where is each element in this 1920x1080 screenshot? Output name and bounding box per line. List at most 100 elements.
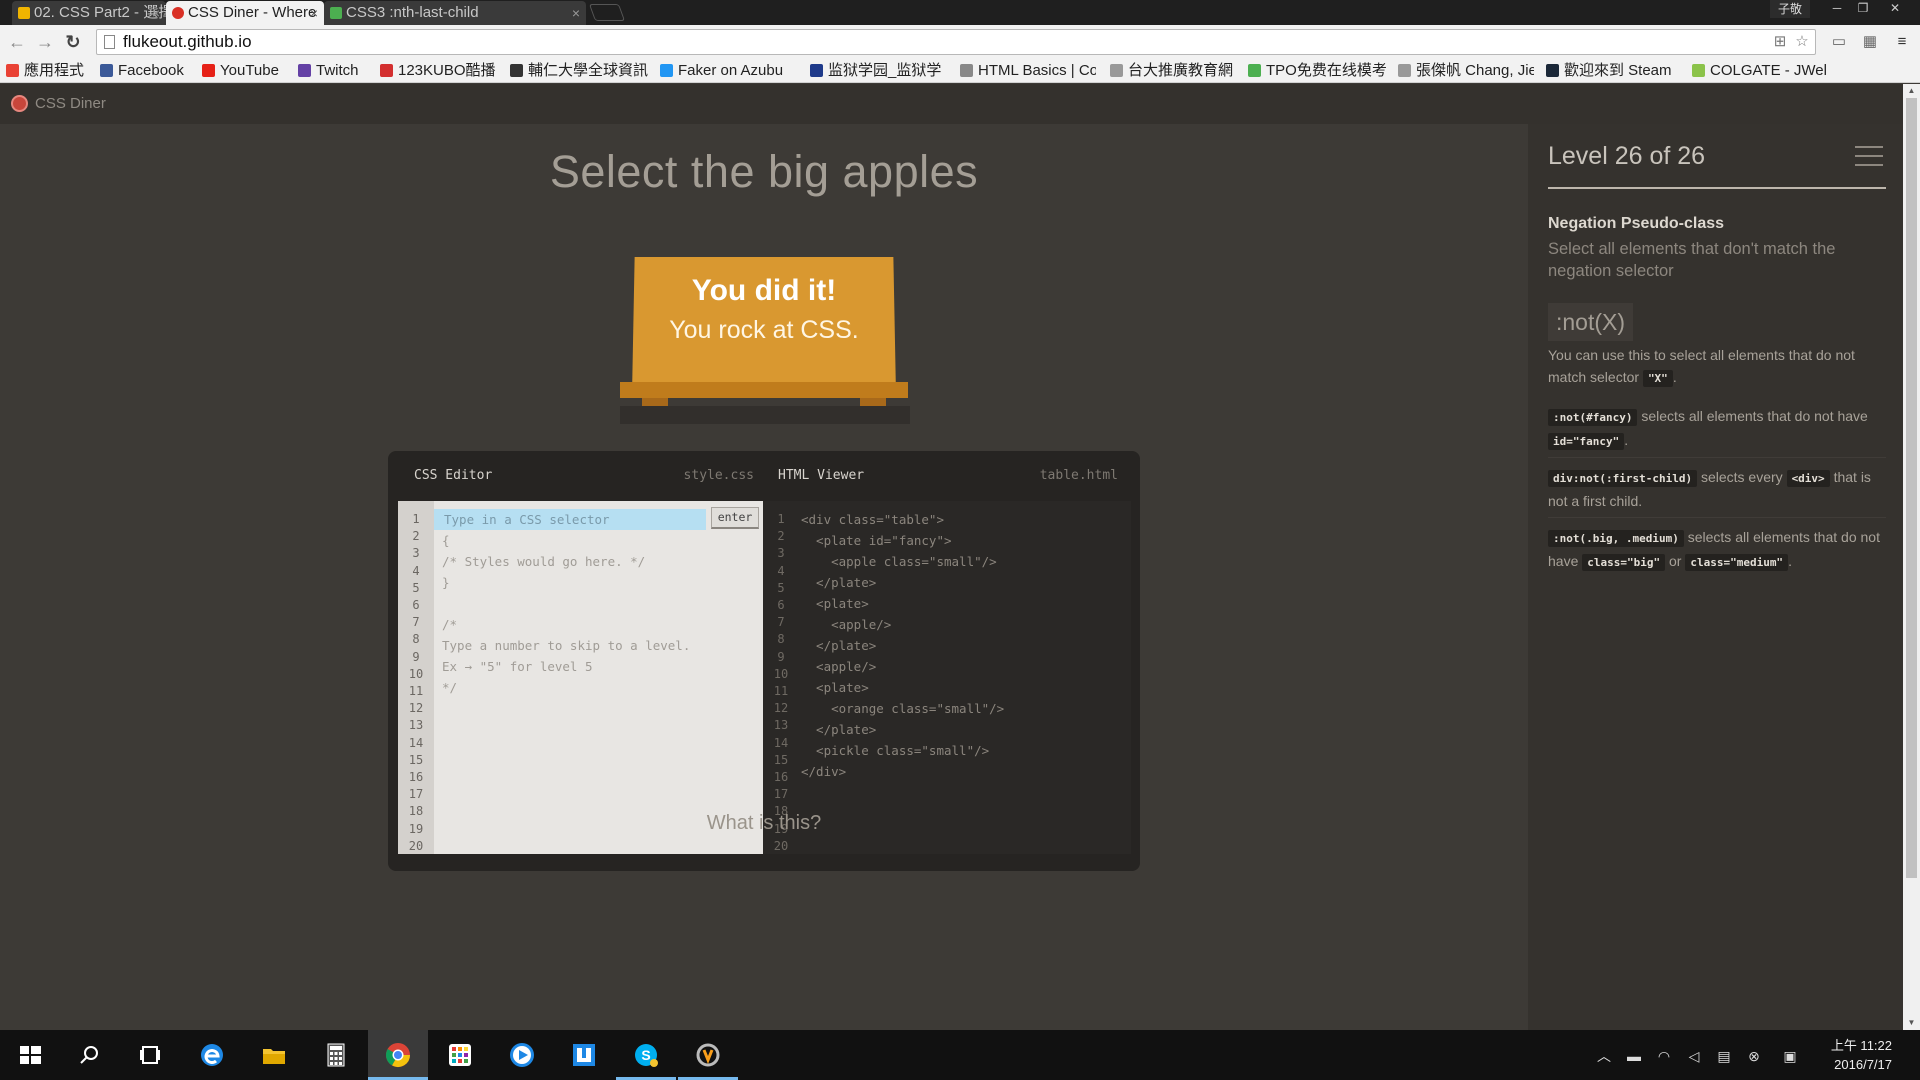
example-text: selects every (1697, 469, 1787, 485)
tab-nth-last-child[interactable]: CSS3 :nth-last-child × (324, 1, 586, 25)
wifi-icon[interactable]: ◠ (1654, 1046, 1674, 1066)
html-code-line[interactable]: <pickle class="small"/> (801, 740, 989, 761)
tab-close-icon[interactable]: × (572, 1, 580, 25)
input-method-icon[interactable]: ▣ (1780, 1046, 1800, 1066)
table-leg (642, 398, 668, 406)
reload-button[interactable]: ↻ (62, 31, 84, 53)
scroll-thumb[interactable] (1906, 98, 1917, 878)
forward-button[interactable]: → (34, 31, 56, 53)
site-logo-text[interactable]: CSS Diner (35, 95, 106, 112)
app-box-button[interactable] (554, 1030, 614, 1080)
bookmark-youtube[interactable]: YouTube (200, 61, 279, 80)
menu-icon[interactable]: ≡ (1892, 32, 1912, 52)
windows-icon (20, 1046, 41, 1064)
bookmarks-bar: 應用程式 Facebook YouTube Twitch 123KUBO酷播 輔… (0, 58, 1920, 83)
bookmark-star-icon[interactable]: ☆ (1793, 33, 1811, 51)
example-code: :not(.big, .medium) (1548, 530, 1684, 547)
example-3: :not(.big, .medium) selects all elements… (1548, 526, 1886, 574)
bookmark-ntu[interactable]: 台大推廣教育網 (1108, 61, 1233, 80)
css-selector-input[interactable] (442, 509, 702, 530)
url-input[interactable] (121, 32, 1721, 52)
error-icon[interactable]: ⊗ (1744, 1046, 1764, 1066)
html-code-line[interactable]: <apple class="small"/> (801, 551, 997, 572)
bookmark-chang[interactable]: 張傑帆 Chang, Jie (1396, 61, 1534, 80)
edge-button[interactable] (182, 1030, 242, 1080)
bookmark-colgate[interactable]: COLGATE - JWel (1690, 61, 1830, 80)
battery-icon[interactable]: ▬ (1624, 1046, 1644, 1066)
skype-button[interactable]: S (616, 1030, 676, 1080)
bookmark-faker[interactable]: Faker on Azubu (658, 61, 796, 80)
html-code-line[interactable]: <orange class="small"/> (801, 698, 1004, 719)
tray-overflow-icon[interactable]: ︿ (1594, 1046, 1614, 1066)
bookmark-tpo[interactable]: TPO免费在线模考 (1246, 61, 1388, 80)
bookmark-twitch[interactable]: Twitch (296, 61, 359, 80)
html-code-line[interactable]: <apple/> (801, 614, 891, 635)
page-icon (960, 64, 973, 77)
line-number: 20 (408, 838, 424, 853)
html-code-line[interactable]: </plate> (801, 572, 876, 593)
bookmark-label: 張傑帆 Chang, Jie (1416, 62, 1534, 79)
clock-time: 上午 11:22 (1830, 1038, 1892, 1053)
selector-hint: You can use this to select all elements … (1548, 344, 1886, 390)
tab-favicon-icon (18, 7, 30, 19)
page-scrollbar[interactable]: ▲ ▼ (1903, 84, 1920, 1030)
html-code-line[interactable]: <plate id="fancy"> (801, 530, 951, 551)
example-divider (1548, 457, 1886, 458)
tab-css-diner[interactable]: CSS Diner - Where × (166, 1, 324, 25)
tab-title: 02. CSS Part2 - 選擇 (34, 4, 166, 21)
tab-css-part2[interactable]: 02. CSS Part2 - 選擇 × (12, 1, 166, 25)
extension-icon[interactable]: ▦ (1860, 32, 1880, 52)
page-icon (1398, 64, 1411, 77)
bookmark-apps[interactable]: 應用程式 (4, 61, 84, 80)
apps-launcher-button[interactable] (430, 1030, 490, 1080)
overwatch-button[interactable] (678, 1030, 738, 1080)
minimize-button[interactable]: ─ (1824, 0, 1850, 18)
line-number: 20 (773, 838, 789, 853)
file-explorer-button[interactable] (244, 1030, 304, 1080)
html-code-line[interactable]: <div class="table"> (801, 509, 944, 530)
enter-button[interactable]: enter (711, 507, 759, 529)
tab-favicon-icon (330, 7, 342, 19)
search-button[interactable] (60, 1030, 120, 1080)
bookmark-steam[interactable]: 歡迎來到 Steam (1544, 61, 1672, 80)
example-divider (1548, 517, 1886, 518)
window-user-badge[interactable]: 子敬 (1769, 0, 1810, 18)
back-button[interactable]: ← (6, 31, 28, 53)
start-button[interactable] (0, 1030, 60, 1080)
html-code-line[interactable]: </plate> (801, 719, 876, 740)
bookmark-html-basics[interactable]: HTML Basics | Co (958, 61, 1096, 80)
scroll-down-icon[interactable]: ▼ (1903, 1016, 1920, 1030)
html-code-line[interactable]: </div> (801, 761, 846, 782)
restore-button[interactable]: ❐ (1850, 0, 1876, 18)
volume-icon[interactable]: ◁ (1684, 1046, 1704, 1066)
scroll-up-icon[interactable]: ▲ (1903, 84, 1920, 98)
tab-close-icon[interactable]: × (152, 1, 160, 25)
bookmark-label: Facebook (118, 62, 184, 79)
css-code-line: } (442, 575, 450, 590)
css-code-line: Ex → "5" for level 5 (442, 659, 593, 674)
html-code-line[interactable]: <plate> (801, 593, 869, 614)
selector-name: Negation Pseudo-class (1548, 215, 1725, 232)
notifications-icon[interactable]: ▤ (1714, 1046, 1734, 1066)
task-view-button[interactable] (120, 1030, 180, 1080)
tab-close-icon[interactable]: × (310, 1, 318, 25)
taskbar-clock[interactable]: 上午 11:22 2016/7/17 (1814, 1036, 1892, 1074)
bookmark-fju[interactable]: 輔仁大學全球資訊 (508, 61, 648, 80)
editor: CSS Editor style.css HTML Viewer table.h… (388, 451, 1140, 871)
new-tab-button[interactable] (588, 4, 626, 21)
close-window-button[interactable]: ✕ (1882, 0, 1908, 18)
cast-icon[interactable]: ▭ (1829, 32, 1849, 52)
translate-icon[interactable]: ⊞ (1771, 33, 1789, 51)
html-code-line[interactable]: <apple/> (801, 656, 876, 677)
bookmark-facebook[interactable]: Facebook (98, 61, 184, 80)
bookmark-prison-school[interactable]: 监狱学园_监狱学 (808, 61, 946, 80)
level-menu-icon[interactable] (1855, 146, 1883, 166)
calculator-button[interactable] (306, 1030, 366, 1080)
search-icon (80, 1046, 98, 1064)
media-player-button[interactable] (492, 1030, 552, 1080)
bookmark-123kubo[interactable]: 123KUBO酷播 (378, 61, 496, 80)
address-bar[interactable]: ⊞ ☆ (96, 29, 1816, 55)
html-code-line[interactable]: </plate> (801, 635, 876, 656)
html-code-line[interactable]: <plate> (801, 677, 869, 698)
chrome-button[interactable] (368, 1030, 428, 1080)
